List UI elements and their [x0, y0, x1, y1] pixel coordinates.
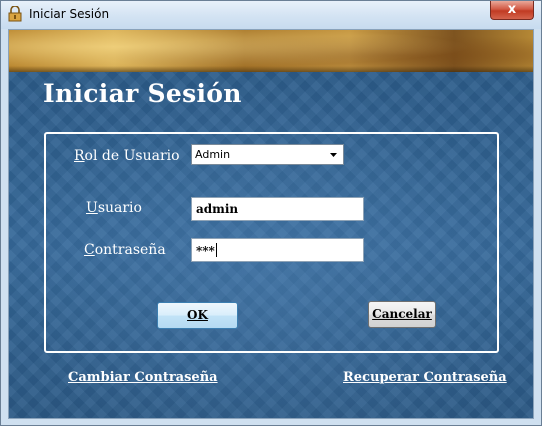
password-label: Contraseña [84, 242, 166, 258]
role-select-value: Admin [195, 148, 231, 161]
password-label-text: ontraseña [94, 242, 166, 258]
user-label-text: suario [97, 200, 142, 216]
role-select[interactable]: Admin [191, 144, 344, 165]
username-input[interactable]: admin [191, 197, 364, 221]
title-bar[interactable]: Iniciar Sesión x [1, 1, 541, 29]
recover-password-link[interactable]: Recuperar Contraseña [343, 370, 507, 385]
app-icon [8, 6, 22, 22]
login-window: Iniciar Sesión x Iniciar Sesión Rol de U… [0, 0, 542, 426]
change-password-link[interactable]: Cambiar Contraseña [68, 370, 218, 385]
password-input[interactable]: *** [191, 238, 364, 262]
ok-button[interactable]: OK [157, 302, 238, 329]
username-value: admin [196, 202, 239, 216]
window-title: Iniciar Sesión [29, 7, 110, 21]
chevron-down-icon[interactable] [328, 149, 339, 160]
close-icon: x [507, 2, 517, 17]
role-label-mnemonic: R [74, 148, 85, 164]
decorative-banner [9, 30, 533, 72]
text-caret [215, 243, 217, 257]
password-label-mnemonic: C [84, 242, 95, 258]
close-button[interactable]: x [490, 1, 534, 20]
role-label: Rol de Usuario [74, 148, 180, 164]
password-value: *** [196, 243, 217, 258]
client-area: Iniciar Sesión Rol de Usuario Admin Usua… [8, 29, 534, 419]
user-label-mnemonic: U [86, 200, 98, 216]
password-masked-text: *** [196, 244, 215, 258]
page-title: Iniciar Sesión [43, 79, 242, 108]
user-label: Usuario [86, 200, 142, 216]
role-label-text: ol de Usuario [84, 148, 180, 164]
cancel-button[interactable]: Cancelar [368, 301, 436, 328]
